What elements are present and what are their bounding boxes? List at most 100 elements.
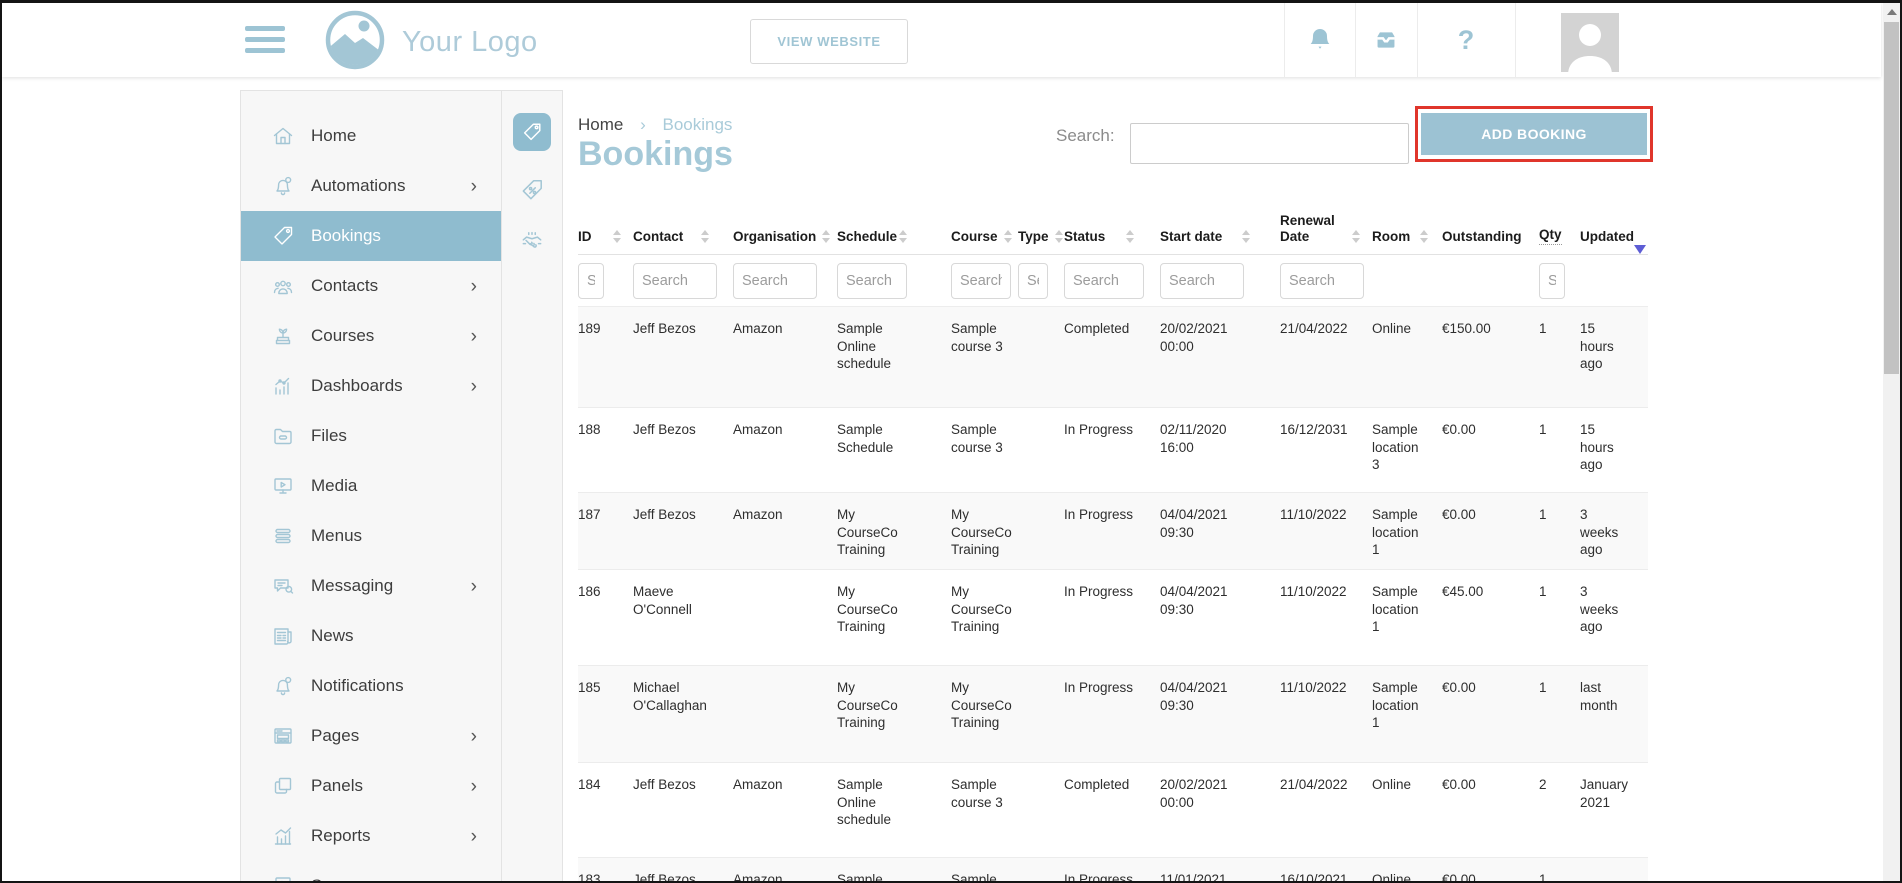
table-row[interactable]: 187 Jeff Bezos Amazon My CourseCo Traini… [578,493,1648,570]
sort-icon [1126,230,1134,243]
cell-renewal-date: 21/04/2022 [1280,763,1372,857]
subnav-discounts-tag-icon[interactable] [515,177,549,203]
column-header-renewal-date[interactable]: Renewal Date [1280,213,1372,254]
cell-type [1018,307,1064,407]
table-row[interactable]: 189 Jeff Bezos Amazon Sample Online sche… [578,307,1648,408]
column-header-start-date[interactable]: Start date [1160,229,1280,254]
column-header-id[interactable]: ID [578,229,633,254]
column-header-schedule[interactable]: Schedule [837,229,951,254]
sidebar-item-bookings[interactable]: Bookings [241,211,501,261]
cell-start-date: 02/11/2020 16:00 [1160,408,1280,492]
vertical-scrollbar[interactable] [1883,3,1900,881]
chevron-right-icon: › [471,277,501,296]
view-website-button[interactable]: VIEW WEBSITE [750,19,908,64]
column-header-organisation[interactable]: Organisation [733,229,837,254]
cell-updated: 3 weeks ago [1580,493,1648,569]
cell-id: 186 [578,570,633,665]
sidebar-item-files[interactable]: Files [241,411,501,461]
table-row[interactable]: 184 Jeff Bezos Amazon Sample Online sche… [578,763,1648,858]
cell-status: In Progress [1064,408,1160,492]
chevron-right-icon: › [471,827,501,846]
surveys-checklist-icon [271,874,295,883]
cell-organisation [733,666,837,762]
filter-input-contact[interactable] [633,263,717,299]
cell-schedule: Sample Online schedule [837,763,951,857]
filter-input-status[interactable] [1064,263,1144,299]
sidebar-item-automations[interactable]: Automations › [241,161,501,211]
sidebar-item-notifications[interactable]: Notifications [241,661,501,711]
sidebar-item-home[interactable]: Home [241,111,501,161]
add-booking-button[interactable]: ADD BOOKING [1421,113,1647,155]
chevron-right-icon: › [471,777,501,796]
column-header-status[interactable]: Status [1064,229,1160,254]
sort-icon [1242,230,1250,243]
sort-descending-icon [1634,245,1646,254]
cell-outstanding: €0.00 [1442,408,1539,492]
sidebar-item-messaging[interactable]: Messaging › [241,561,501,611]
logo-link[interactable]: Your Logo [324,9,538,76]
table-row[interactable]: 183 Jeff Bezos Amazon Sample Schedule Sa… [578,858,1648,883]
inbox-tray-icon[interactable] [1355,3,1417,77]
subnav-bookings-tag-icon[interactable] [513,113,551,151]
column-header-updated[interactable]: Updated [1580,229,1648,254]
filter-input-type[interactable] [1018,263,1048,299]
scrollbar-thumb[interactable] [1884,22,1899,374]
sidebar-item-reports[interactable]: Reports › [241,811,501,861]
filter-input-course[interactable] [951,263,1011,299]
cell-type [1018,763,1064,857]
sort-icon [613,230,621,243]
filter-input-schedule[interactable] [837,263,907,299]
column-header-qty[interactable]: Qty [1539,227,1580,254]
sidebar-item-panels[interactable]: Panels › [241,761,501,811]
cell-renewal-date: 11/10/2022 [1280,666,1372,762]
table-row[interactable]: 186 Maeve O'Connell My CourseCo Training… [578,570,1648,666]
column-header-type[interactable]: Type [1018,229,1064,254]
cell-room: Sample location 1 [1372,493,1442,569]
filter-input-renewal-date[interactable] [1280,263,1364,299]
cell-updated: last month [1580,666,1648,762]
menus-lines-icon [271,524,295,548]
help-icon[interactable]: ? [1417,3,1515,77]
table-row[interactable]: 185 Michael O'Callaghan My CourseCo Trai… [578,666,1648,763]
sidebar-item-news[interactable]: News [241,611,501,661]
sidebar-item-contacts[interactable]: Contacts › [241,261,501,311]
sidebar-item-menus[interactable]: Menus [241,511,501,561]
logo-mark-icon [324,9,386,76]
sidebar-item-media[interactable]: Media [241,461,501,511]
sidebar-item-dashboards[interactable]: Dashboards › [241,361,501,411]
filter-input-organisation[interactable] [733,263,817,299]
sidebar-item-surveys[interactable]: Surveys [241,861,501,883]
sidebar-item-courses[interactable]: Courses › [241,311,501,361]
cell-course: Sample course 3 [951,408,1018,492]
filter-input-start-date[interactable] [1160,263,1244,299]
notifications-bell-icon[interactable] [1284,3,1355,77]
cell-updated: 15 hours ago [1580,408,1648,492]
sort-icon [1004,230,1012,243]
cell-course: My CourseCo Training [951,493,1018,569]
table-row[interactable]: 188 Jeff Bezos Amazon Sample Schedule Sa… [578,408,1648,493]
column-header-contact[interactable]: Contact [633,229,733,254]
chevron-right-icon: › [471,177,501,196]
cell-contact: Jeff Bezos [633,858,733,883]
filter-input-qty[interactable] [1539,263,1565,299]
user-avatar[interactable] [1561,13,1619,72]
cell-outstanding: €150.00 [1442,307,1539,407]
cell-type [1018,858,1064,883]
chevron-right-icon: › [471,327,501,346]
messaging-bubble-icon [271,574,295,598]
sort-icon [701,230,709,243]
scroll-up-button[interactable] [1883,3,1900,20]
cell-id: 184 [578,763,633,857]
breadcrumb-home-link[interactable]: Home [578,115,623,134]
cell-status: In Progress [1064,666,1160,762]
subnav-handshake-icon[interactable] [515,229,549,255]
cell-type [1018,570,1064,665]
search-input[interactable] [1130,123,1409,164]
cell-course: My CourseCo Training [951,666,1018,762]
column-header-outstanding[interactable]: Outstanding [1442,229,1539,254]
column-header-course[interactable]: Course [951,229,1018,254]
hamburger-menu-icon[interactable] [245,26,285,54]
sidebar-item-pages[interactable]: Pages › [241,711,501,761]
filter-input-id[interactable] [578,263,604,299]
column-header-room[interactable]: Room [1372,229,1442,254]
